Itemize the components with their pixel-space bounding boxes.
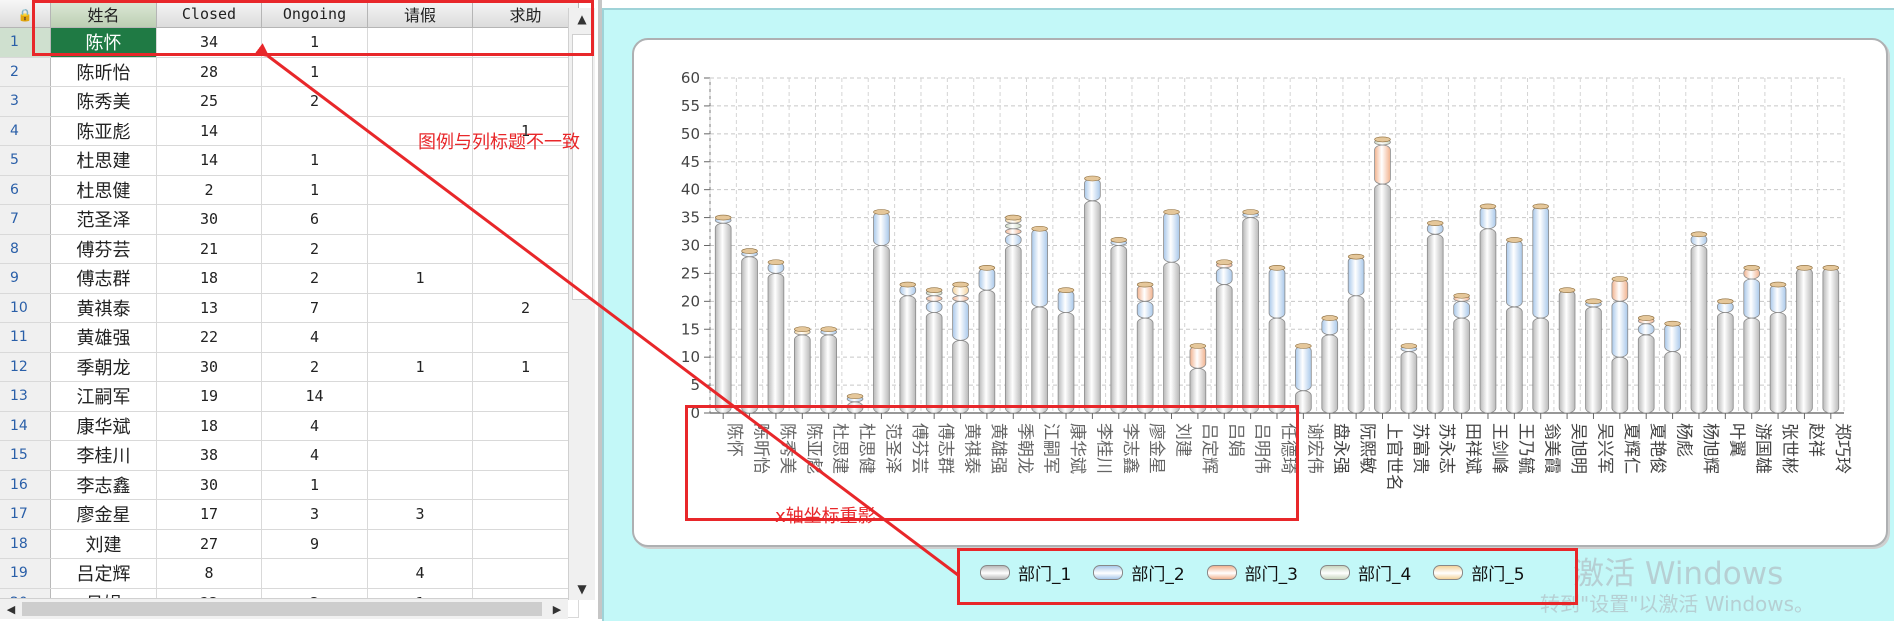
arrow-line [254,43,959,577]
annotation-arrow [254,43,959,577]
